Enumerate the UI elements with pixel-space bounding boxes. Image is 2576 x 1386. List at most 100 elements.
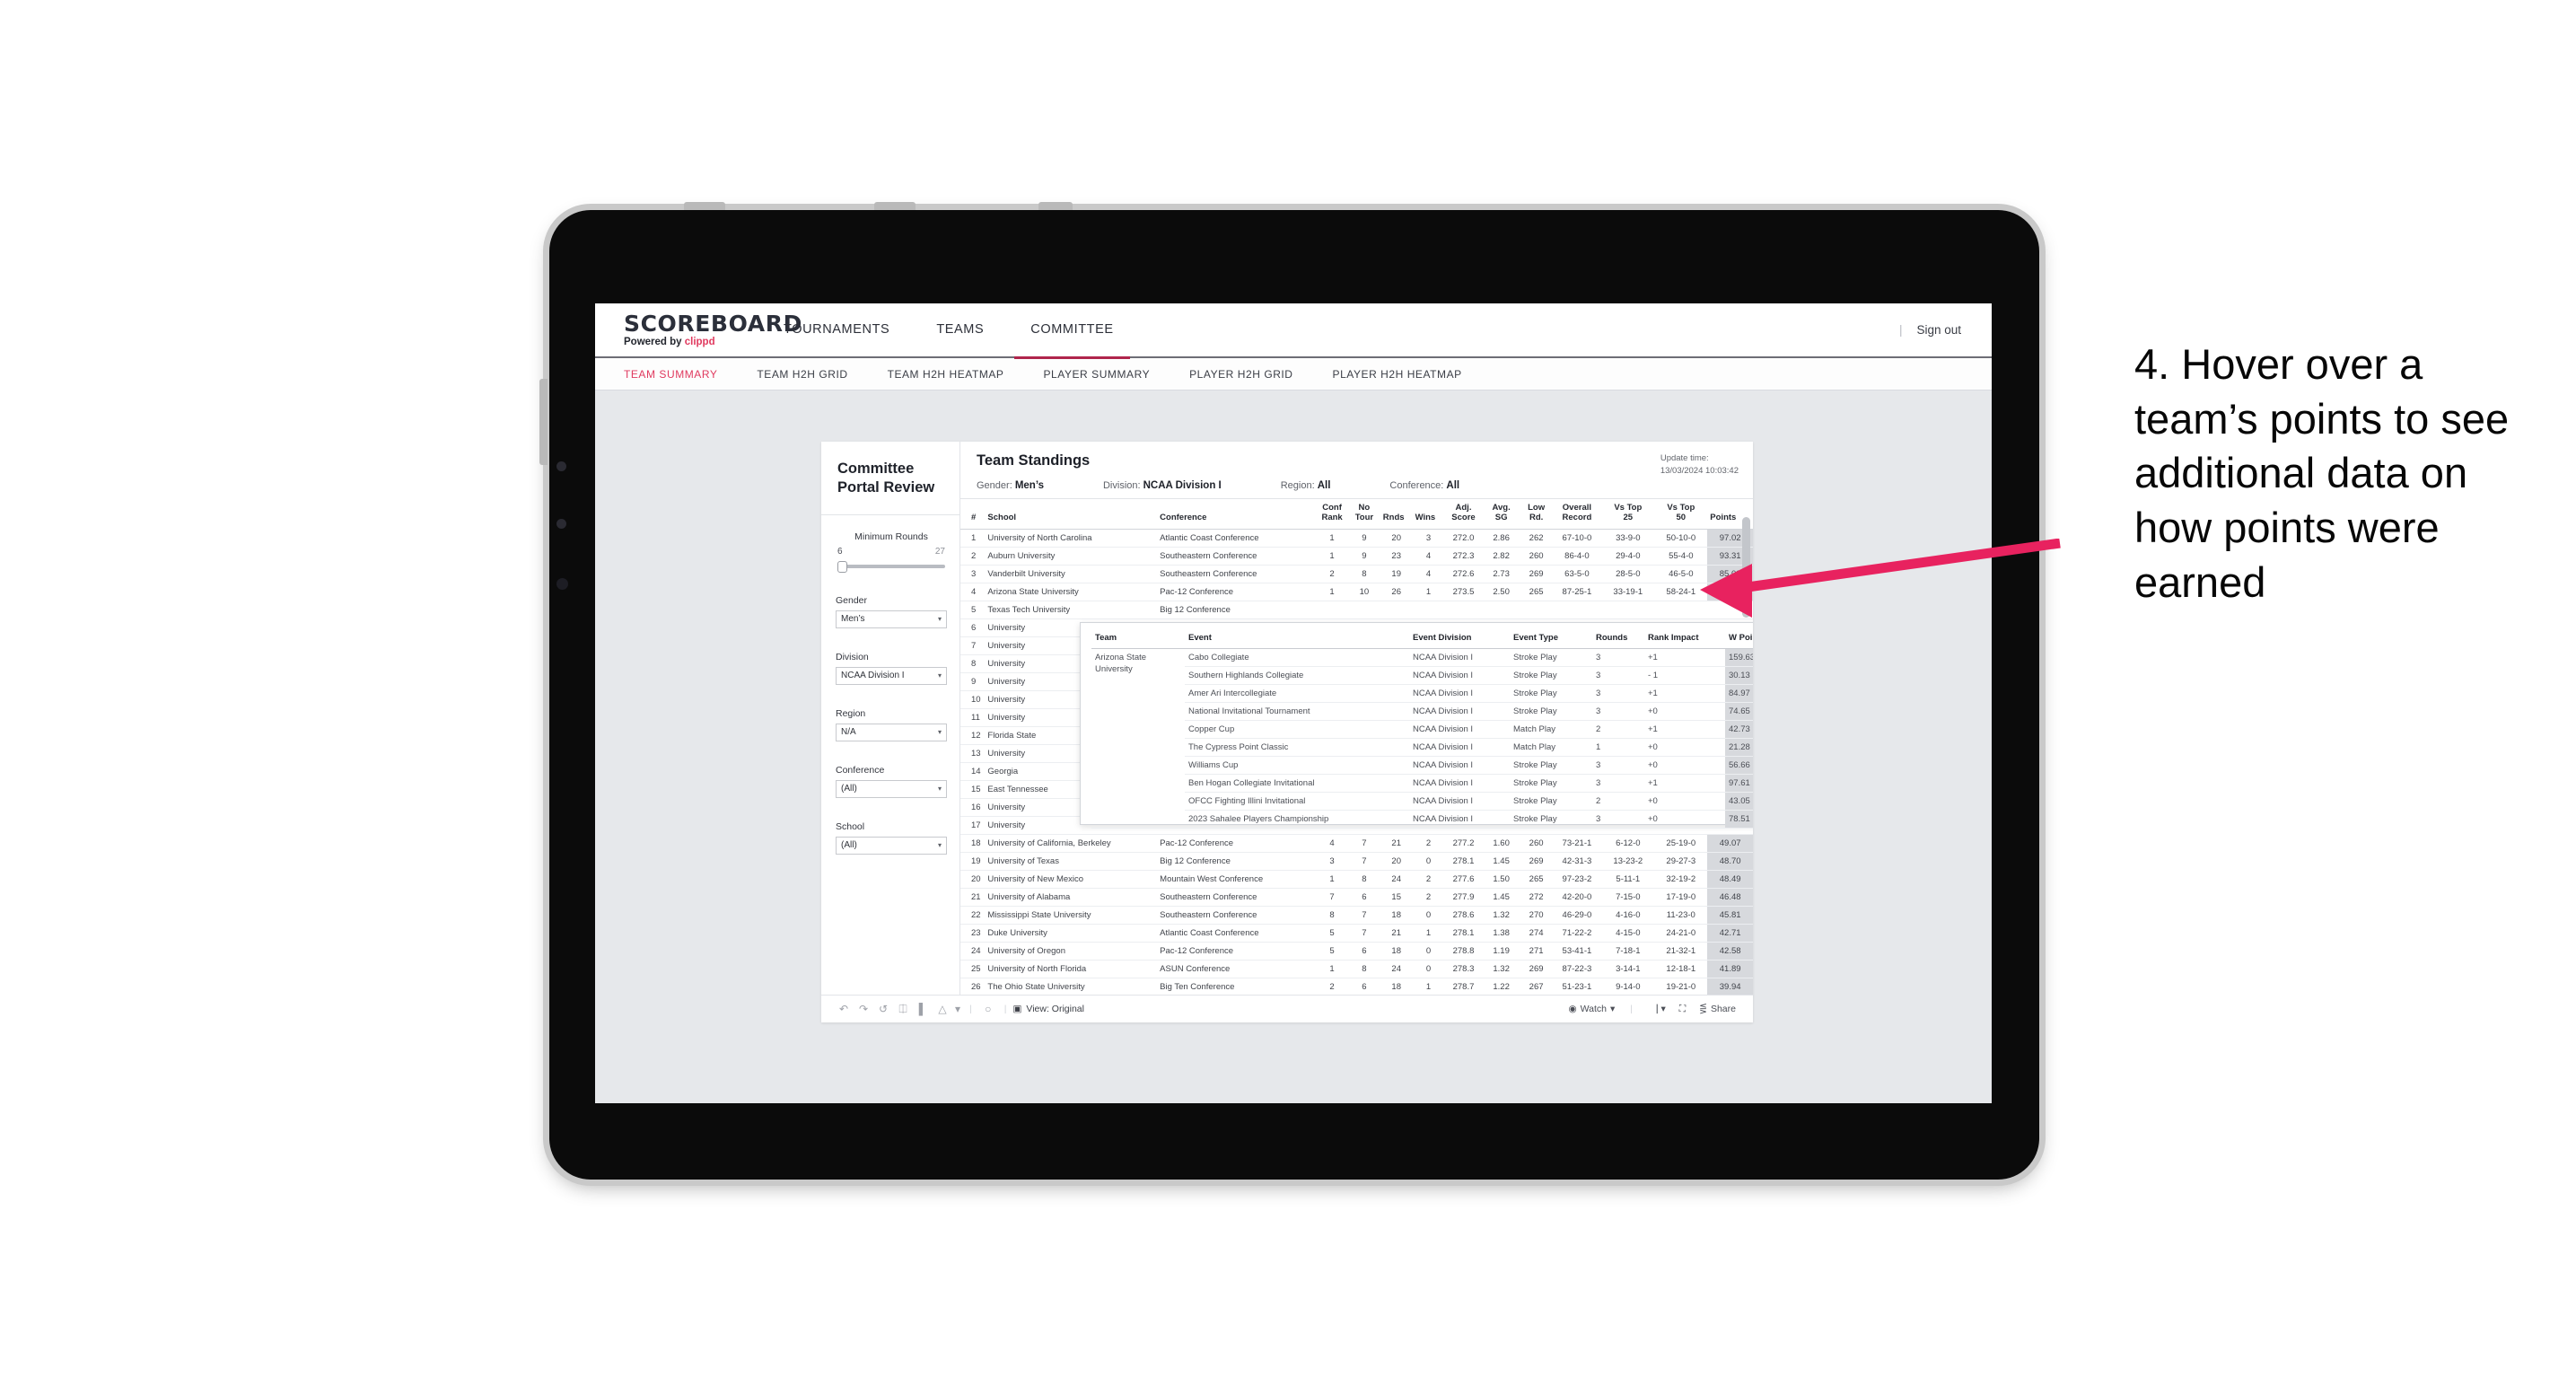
cell-points[interactable]: 42.71 [1707, 924, 1753, 943]
table-row[interactable]: 26 The Ohio State University Big Ten Confe… [960, 978, 1753, 995]
nav-tab-committee[interactable]: COMMITTEE [1007, 303, 1136, 359]
subtab-player-h2h-grid[interactable]: PLAYER H2H GRID [1189, 368, 1314, 381]
tooltip-cell-division: NCAA Division I [1409, 738, 1510, 757]
col-low-rd[interactable]: Low Rd. [1520, 499, 1553, 530]
power-button[interactable] [684, 202, 725, 210]
table-row[interactable]: 20 University of New Mexico Mountain West … [960, 870, 1753, 889]
custom-views-icon[interactable]: ○ [978, 1003, 998, 1015]
cell-points[interactable]: 48.70 [1707, 852, 1753, 871]
col-rnds[interactable]: Rnds [1380, 499, 1413, 530]
col-avg-sg[interactable]: Avg. SG [1482, 499, 1520, 530]
cell-no_tour: 9 [1347, 547, 1380, 566]
sign-out-link[interactable]: Sign out [1916, 323, 1961, 337]
side-button[interactable] [539, 379, 548, 465]
cell-conference: Pac-12 Conference [1157, 583, 1317, 601]
table-row[interactable]: 23 Duke University Atlantic Coast Conferen… [960, 924, 1753, 943]
subtab-player-summary[interactable]: PLAYER SUMMARY [1044, 368, 1172, 381]
cell-rank: 10 [960, 690, 986, 709]
criteria-conference: Conference: All [1389, 480, 1459, 491]
col-wins[interactable]: Wins [1412, 499, 1445, 530]
redo-icon[interactable]: ↷ [854, 1003, 873, 1015]
refresh-data-icon[interactable]: ⎅ [893, 1003, 913, 1016]
col-conference[interactable]: Conference [1157, 499, 1317, 530]
logo-brand-text: clippd [684, 336, 715, 347]
table-row[interactable]: 24 University of Oregon Pac-12 Conference 5… [960, 942, 1753, 961]
table-row[interactable]: 1 University of North Carolina Atlantic Co… [960, 529, 1753, 548]
pause-updates-icon[interactable]: ▌ [913, 1003, 933, 1015]
col-school[interactable]: School [985, 499, 1158, 530]
cell-school: University of North Carolina [985, 529, 1158, 548]
subtab-team-summary[interactable]: TEAM SUMMARY [624, 368, 739, 381]
col-no-tour[interactable]: No Tour [1347, 499, 1380, 530]
col-overall-record[interactable]: Overall Record [1552, 499, 1602, 530]
share-button[interactable]: ⋚ Share [1695, 1004, 1740, 1014]
tooltip-row: Williams Cup NCAA Division I Stroke Play 3 +… [1091, 756, 1753, 775]
region-select[interactable]: N/A ▾ [836, 723, 947, 741]
sensor-dot-icon [556, 519, 566, 529]
table-row[interactable]: 22 Mississippi State University Southeaste… [960, 906, 1753, 925]
cell-rank: 14 [960, 762, 986, 781]
gender-value: Men’s [841, 614, 865, 625]
table-row[interactable]: 21 University of Alabama Southeastern Conf… [960, 888, 1753, 907]
cell-vs50: 17-19-0 [1654, 888, 1708, 907]
tooltip-cell-impact: +0 [1644, 702, 1725, 721]
fullscreen-button[interactable]: ⛶ [1675, 1004, 1690, 1014]
cell-points[interactable]: 48.49 [1707, 870, 1753, 889]
undo-icon[interactable]: ↶ [834, 1003, 854, 1015]
cell-adj_score: 277.6 [1444, 870, 1483, 889]
table-row[interactable]: 25 University of North Florida ASUN Confer… [960, 960, 1753, 978]
tooltip-row: OFCC Fighting Illini Invitational NCAA Di… [1091, 792, 1753, 811]
cell-vs50: 12-18-1 [1654, 960, 1708, 978]
subtab-team-h2h-heatmap[interactable]: TEAM H2H HEATMAP [888, 368, 1026, 381]
slider-handle[interactable] [837, 560, 847, 573]
nav-tab-tournaments[interactable]: TOURNAMENTS [760, 303, 913, 357]
cell-conf_rank: 3 [1316, 852, 1348, 871]
volume-up-button[interactable] [874, 202, 916, 210]
minimum-rounds-slider[interactable] [837, 560, 945, 573]
col-conf-rank[interactable]: Conf Rank [1316, 499, 1348, 530]
col-vs-top-50[interactable]: Vs Top 50 [1654, 499, 1708, 530]
table-row[interactable]: 18 University of California, Berkeley Pac-… [960, 834, 1753, 853]
table-row[interactable]: 2 Auburn University Southeastern Conferenc… [960, 547, 1753, 566]
filter-region: Region N/A ▾ [836, 708, 947, 741]
watch-button[interactable]: ◉ Watch ▾ [1564, 1004, 1619, 1014]
volume-down-button[interactable] [1038, 202, 1073, 210]
alert-icon[interactable]: △ [933, 1003, 952, 1015]
col-vs-top-25[interactable]: Vs Top 25 [1601, 499, 1655, 530]
table-row[interactable]: 5 Texas Tech University Big 12 Conference [960, 601, 1753, 619]
cell-school: Auburn University [985, 547, 1158, 566]
toolbar-separator-3: | [1630, 1004, 1634, 1014]
cell-points[interactable]: 41.89 [1707, 960, 1753, 978]
revert-icon[interactable]: ↺ [873, 1003, 893, 1015]
conference-select[interactable]: (All) ▾ [836, 779, 947, 798]
cell-points[interactable]: 42.58 [1707, 942, 1753, 961]
tooltip-cell-division: NCAA Division I [1409, 702, 1510, 721]
view-original-button[interactable]: ▣ View: Original [1012, 1004, 1084, 1014]
cell-rank: 19 [960, 852, 986, 871]
cell-school: Texas Tech University [985, 601, 1158, 619]
cell-adj_score: 278.8 [1444, 942, 1483, 961]
table-row[interactable]: 3 Vanderbilt University Southeastern Confe… [960, 565, 1753, 583]
table-row[interactable]: 19 University of Texas Big 12 Conference 3 7… [960, 852, 1753, 871]
col-rank[interactable]: # [960, 499, 986, 530]
slider-track[interactable] [837, 564, 945, 568]
cell-conference: Southeastern Conference [1157, 547, 1317, 566]
cell-rnds: 21 [1380, 834, 1413, 853]
subtab-team-h2h-grid[interactable]: TEAM H2H GRID [757, 368, 869, 381]
filter-gender: Gender Men’s ▾ [836, 595, 947, 628]
subtab-player-h2h-heatmap[interactable]: PLAYER H2H HEATMAP [1333, 368, 1484, 381]
cell-points[interactable]: 49.07 [1707, 834, 1753, 853]
gender-select[interactable]: Men’s ▾ [836, 610, 947, 628]
col-adj-score[interactable]: Adj. Score [1444, 499, 1483, 530]
cell-vs25 [1601, 601, 1655, 619]
cell-points[interactable]: 39.94 [1707, 978, 1753, 995]
table-row[interactable]: 4 Arizona State University Pac-12 Conferen… [960, 583, 1753, 601]
school-select[interactable]: (All) ▾ [836, 836, 947, 855]
nav-tab-teams[interactable]: TEAMS [913, 303, 1007, 357]
alert-caret-icon[interactable]: ▾ [952, 1003, 963, 1015]
scoreboard-logo[interactable]: SCOREBOARD Powered by clippd [595, 312, 802, 348]
cell-points[interactable]: 46.48 [1707, 888, 1753, 907]
division-select[interactable]: NCAA Division I ▾ [836, 666, 947, 685]
download-button[interactable]: ⎹ ▾ [1643, 1004, 1670, 1014]
cell-points[interactable]: 45.81 [1707, 906, 1753, 925]
